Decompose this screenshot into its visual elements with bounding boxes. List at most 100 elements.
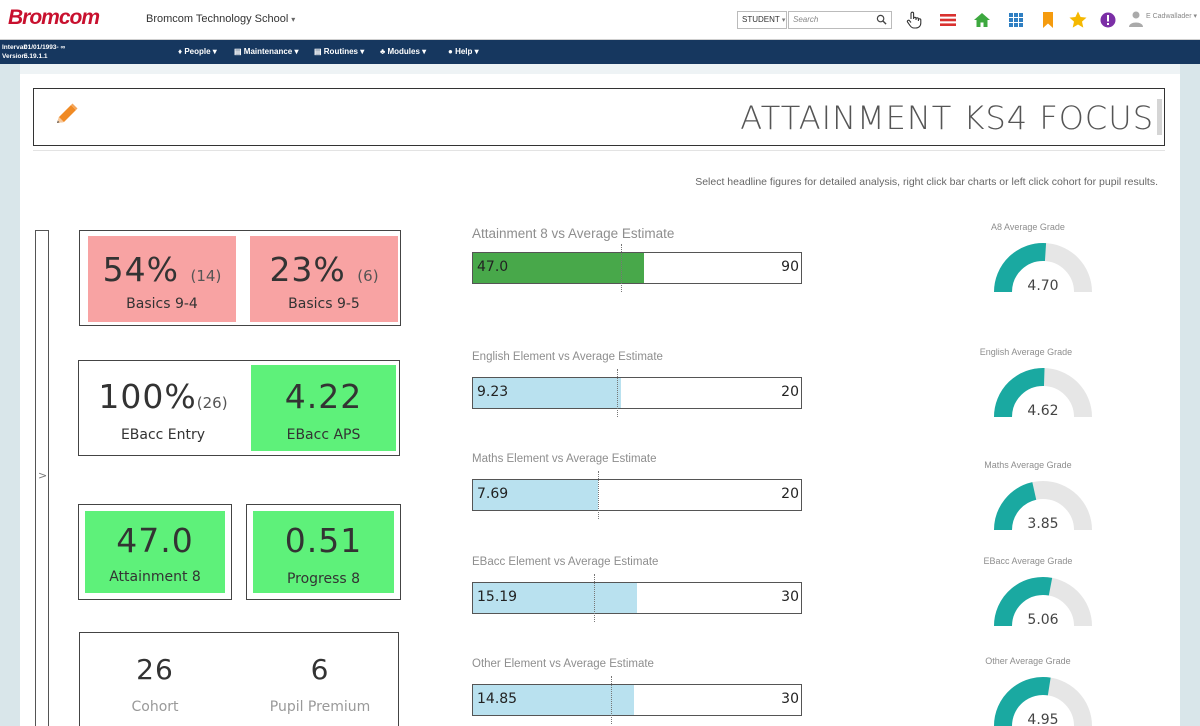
instruction-text: Select headline figures for detailed ana…: [695, 176, 1158, 188]
progress-8-label: Progress 8: [286, 571, 361, 587]
english-grade-gauge[interactable]: 4.62: [988, 363, 1098, 423]
gauge-title: English Average Grade: [979, 347, 1073, 357]
gauge-title: Other Average Grade: [985, 656, 1071, 666]
menu-help[interactable]: ● Help ▾: [448, 47, 479, 56]
attainment-8-bar[interactable]: 47.0 90: [472, 252, 802, 284]
progress-8-value: 0.51: [284, 521, 363, 560]
bar-value: 14.85: [477, 691, 518, 707]
bar-max: 90: [781, 259, 799, 275]
maths-element-bar[interactable]: 7.69 20: [472, 479, 802, 511]
bar-title: EBacc Element vs Average Estimate: [472, 556, 659, 568]
search-input[interactable]: Search: [788, 11, 892, 29]
bar-value: 7.69: [477, 486, 509, 502]
school-selector[interactable]: Bromcom Technology School ▾: [146, 13, 295, 25]
pencil-icon[interactable]: [52, 101, 80, 129]
top-bar: Bromcom Bromcom Technology School ▾ STUDE…: [0, 0, 1200, 40]
menu-routines[interactable]: ▤ Routines ▾: [314, 47, 364, 56]
estimate-marker: [597, 471, 599, 519]
menu-people[interactable]: ♦ People ▾: [178, 47, 217, 56]
cohort-value: 26: [136, 653, 174, 686]
bar-max: 30: [781, 589, 799, 605]
gauge-title: A8 Average Grade: [991, 222, 1065, 232]
english-element-bar[interactable]: 9.23 20: [472, 377, 802, 409]
bar-title: Other Element vs Average Estimate: [472, 658, 654, 670]
user-name: E Cadwallader: [1146, 13, 1192, 20]
bar-max: 30: [781, 691, 799, 707]
grid-icon[interactable]: [1006, 10, 1026, 30]
bar-value: 15.19: [477, 589, 518, 605]
attainment-8-tile[interactable]: 47.0 Attainment 8: [85, 511, 225, 593]
ebacc-aps-label: EBacc APS: [286, 427, 361, 443]
basics-9-5-tile[interactable]: 23% (6) Basics 9-5: [250, 236, 398, 322]
menu-modules[interactable]: ♣ Modules ▾: [380, 47, 426, 56]
gauge-value: 4.95: [1027, 712, 1058, 726]
bar-title: English Element vs Average Estimate: [472, 351, 663, 363]
basics-9-4-label: Basics 9-4: [126, 296, 198, 312]
ebacc-aps-tile[interactable]: 4.22 EBacc APS: [251, 365, 396, 451]
gauge-value: 5.06: [1027, 612, 1058, 628]
other-grade-gauge[interactable]: 4.95: [988, 672, 1098, 726]
attainment-8-label: Attainment 8: [109, 569, 201, 585]
attainment-8-group: 47.0 Attainment 8: [78, 504, 232, 600]
role-select[interactable]: STUDENT ▾: [737, 11, 787, 29]
text-cursor: [1157, 99, 1162, 135]
basics-9-5-label: Basics 9-5: [288, 296, 360, 312]
estimate-marker: [594, 574, 596, 622]
ebacc-grade-gauge[interactable]: 5.06: [988, 572, 1098, 632]
search-icon[interactable]: [876, 14, 887, 25]
progress-8-tile[interactable]: 0.51 Progress 8: [253, 511, 394, 593]
cohort-tile[interactable]: 26 Cohort: [100, 653, 210, 723]
gauge-value: 4.70: [1027, 278, 1058, 294]
gauge-value: 4.62: [1027, 403, 1058, 419]
interval-value: 01/01/1993- ∞: [24, 44, 66, 51]
bar-max: 20: [781, 384, 799, 400]
basics-9-4-tile[interactable]: 54% (14) Basics 9-4: [88, 236, 236, 322]
ebacc-entry-tile[interactable]: 100%(26) EBacc Entry: [83, 365, 243, 451]
menu-modules-label: Modules ▾: [387, 47, 427, 56]
interval-info: Interval: 01/01/1993- ∞ Version: 5.19.1.1: [2, 43, 65, 61]
chevron-down-icon: ▾: [781, 17, 786, 24]
ebacc-entry-value: 100%(26): [98, 377, 228, 416]
app-logo[interactable]: Bromcom: [8, 6, 100, 30]
ebacc-element-bar[interactable]: 15.19 30: [472, 582, 802, 614]
estimate-marker: [617, 369, 619, 417]
divider: [33, 150, 1165, 151]
help-icon: ●: [448, 47, 456, 56]
basics-group: 54% (14) Basics 9-4 23% (6) Basics 9-5: [79, 230, 401, 326]
basics-9-5-value: 23% (6): [269, 250, 379, 289]
dashboard: ATTAINMENT KS4 FOCUS Select headline fig…: [20, 64, 1180, 726]
menu-help-label: Help ▾: [455, 47, 479, 56]
bookmark-icon[interactable]: [1038, 10, 1058, 30]
divider: [20, 64, 1180, 74]
gauge-title: EBacc Average Grade: [983, 556, 1073, 566]
cohort-group: 26 Cohort 6 Pupil Premium: [79, 632, 399, 726]
menu-routines-label: Routines ▾: [323, 47, 365, 56]
pupil-premium-tile[interactable]: 6 Pupil Premium: [250, 653, 390, 723]
a8-grade-gauge[interactable]: 4.70: [988, 238, 1098, 298]
side-panel-toggle[interactable]: >: [35, 230, 49, 726]
table-icon: ▤: [234, 47, 244, 56]
alert-icon[interactable]: [1098, 10, 1118, 30]
other-element-bar[interactable]: 14.85 30: [472, 684, 802, 716]
avatar[interactable]: [1128, 10, 1144, 28]
list-icon[interactable]: [938, 10, 958, 30]
gauge-value: 3.85: [1027, 516, 1058, 532]
menu-maintenance-label: Maintenance ▾: [243, 47, 299, 56]
home-icon[interactable]: [972, 10, 992, 30]
bar-value: 9.23: [477, 384, 509, 400]
bar-value: 47.0: [477, 259, 509, 275]
hand-pointer-icon[interactable]: [904, 10, 924, 30]
role-value: STUDENT: [742, 15, 780, 24]
ebacc-aps-value: 4.22: [284, 377, 363, 416]
main-nav: Interval: 01/01/1993- ∞ Version: 5.19.1.1 …: [0, 40, 1200, 64]
bar-title: Attainment 8 vs Average Estimate: [472, 226, 675, 241]
user-menu[interactable]: E Cadwallader ▾: [1146, 12, 1197, 20]
star-icon[interactable]: [1068, 10, 1088, 30]
bar-max: 20: [781, 486, 799, 502]
chevron-down-icon: ▾: [291, 15, 296, 24]
maths-grade-gauge[interactable]: 3.85: [988, 476, 1098, 536]
menu-people-label: People ▾: [184, 47, 217, 56]
menu-maintenance[interactable]: ▤ Maintenance ▾: [234, 47, 298, 56]
ebacc-group: 100%(26) EBacc Entry 4.22 EBacc APS: [78, 360, 400, 456]
chevron-right-icon: >: [38, 469, 48, 482]
